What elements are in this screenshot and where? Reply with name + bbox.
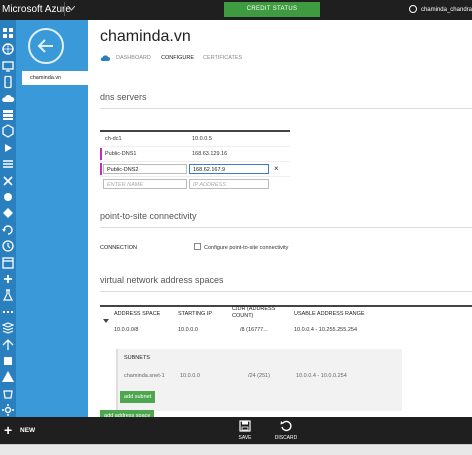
service-bus-icon[interactable] [1,157,15,171]
divider [100,227,472,228]
usable-range-value: 10.0.0.4 - 10.255.255.254 [294,327,357,333]
chevron-down-icon[interactable] [64,2,77,16]
dns-name-field[interactable]: Public-DNS2 [103,164,187,174]
storage-icon[interactable] [1,108,15,122]
new-dns-ip-field[interactable]: IP ADDRESS [189,179,269,189]
active-directory-icon[interactable] [1,370,15,384]
table-row[interactable]: Public-DNS2 168.62.167.9 × [100,162,290,177]
cloud-services-icon[interactable] [1,92,15,106]
globe-icon [408,5,417,13]
subnet-range: 10.0.0.4 - 10.0.0.254 [296,373,347,379]
user-account[interactable]: chaminda_chandra [408,5,472,13]
stream-analytics-icon[interactable] [1,305,15,319]
table-row[interactable]: ch-dc1 10.0.0.5 [100,132,290,147]
expand-triangle-icon[interactable] [103,319,109,323]
table-row[interactable]: 10.0.0.0/8 10.0.0.0 /8 (16777... 10.0.0.… [100,319,472,339]
settings-icon[interactable] [1,403,15,417]
plus-icon[interactable]: + [4,423,12,437]
taskbar-strip [0,444,472,455]
dns-servers-table: ch-dc1 10.0.0.5 Public-DNS1 168.63.129.1… [100,130,290,191]
subnet-start: 10.0.0.0 [180,373,200,379]
dns-name: ch-dc1 [105,136,122,142]
user-name: chaminda_chandra [420,7,472,13]
p2s-checkbox-label[interactable]: Configure point-to-site connectivity [204,245,288,251]
new-button[interactable]: NEW [20,427,35,434]
subnet-name: chaminda.snet-1 [124,373,165,379]
networks-icon[interactable] [1,321,15,335]
p2s-heading: point-to-site connectivity [100,211,197,221]
web-sites-icon[interactable] [1,42,15,56]
cloud-icon [100,55,110,61]
address-spaces-table: ADDRESS SPACE STARTING IP CIDR (ADDRESS … [100,305,472,417]
undo-icon [280,420,292,432]
divider [100,291,472,292]
save-icon [239,420,251,432]
cache-icon[interactable] [1,190,15,204]
divider [100,108,472,109]
page-title: chaminda.vn [100,28,191,45]
command-bar: + NEW SAVE DISCARD [0,417,472,444]
scheduler-icon[interactable] [1,256,15,270]
save-label: SAVE [238,435,252,441]
column-header: ADDRESS SPACE [114,311,161,317]
recovery-services-icon[interactable] [1,223,15,237]
all-items-icon[interactable] [1,26,15,40]
automation-icon[interactable] [1,239,15,253]
credit-status-button[interactable]: CREDIT STATUS [224,2,320,17]
dns-servers-heading: dns servers [100,92,147,102]
dns-name: Public-DNS1 [105,151,137,157]
back-button[interactable] [28,28,64,64]
discard-label: DISCARD [274,435,298,441]
subnav-item-chaminda-vn[interactable]: chaminda.vn [22,71,88,85]
dns-ip-field[interactable]: 168.62.167.9 [189,164,269,174]
machine-learning-icon[interactable] [1,288,15,302]
media-services-icon[interactable] [1,141,15,155]
address-space-value: 10.0.0.0/8 [114,327,139,333]
subnet-cidr: /24 (251) [248,373,271,379]
visual-studio-online-icon[interactable] [1,174,15,188]
dns-ip: 10.0.0.5 [192,136,212,142]
management-services-icon[interactable] [1,354,15,368]
p2s-checkbox[interactable] [194,243,201,250]
address-spaces-heading: virtual network address spaces [100,275,224,285]
connection-label: CONNECTION [100,245,137,251]
marketplace-icon[interactable] [1,387,15,401]
biztalk-icon[interactable] [1,206,15,220]
dns-ip: 168.63.129.16 [192,151,228,157]
table-header: ADDRESS SPACE STARTING IP CIDR (ADDRESS … [100,306,472,325]
sub-navigation: chaminda.vn [16,20,88,417]
table-row: ENTER NAME IP ADDRESS [100,177,290,191]
tab-certificates[interactable]: CERTIFICATES [203,55,242,61]
remove-icon[interactable]: × [274,164,279,173]
tab-configure[interactable]: CONFIGURE [161,55,194,61]
table-row[interactable]: Public-DNS1 168.63.129.16 [100,147,290,162]
main-content: chaminda.vn DASHBOARD CONFIGURE CERTIFIC… [88,20,472,417]
api-management-icon[interactable] [1,272,15,286]
add-subnet-button[interactable]: add subnet [120,391,156,403]
virtual-machines-icon[interactable] [1,59,15,73]
top-bar: Microsoft Azure CREDIT STATUS chaminda_c… [0,0,472,20]
arrow-left-icon [37,39,53,53]
save-button[interactable]: SAVE [230,420,260,441]
traffic-manager-icon[interactable] [1,338,15,352]
column-header: USABLE ADDRESS RANGE [294,311,365,317]
column-header: CIDR (ADDRESS COUNT) [232,306,276,319]
cidr-value: /8 (16777... [240,327,268,333]
subnets-label: SUBNETS [124,355,150,361]
service-rail [0,20,16,417]
new-dns-name-field[interactable]: ENTER NAME [103,179,187,189]
discard-button[interactable]: DISCARD [271,420,301,441]
mobile-services-icon[interactable] [1,75,15,89]
brand-title[interactable]: Microsoft Azure [2,4,71,15]
starting-ip-value: 10.0.0.0 [178,327,198,333]
subnets-panel: SUBNETS chaminda.snet-1 10.0.0.0 /24 (25… [116,349,402,411]
column-header: STARTING IP [178,311,213,317]
hdinsight-icon[interactable] [1,124,15,139]
tab-dashboard[interactable]: DASHBOARD [116,55,151,61]
